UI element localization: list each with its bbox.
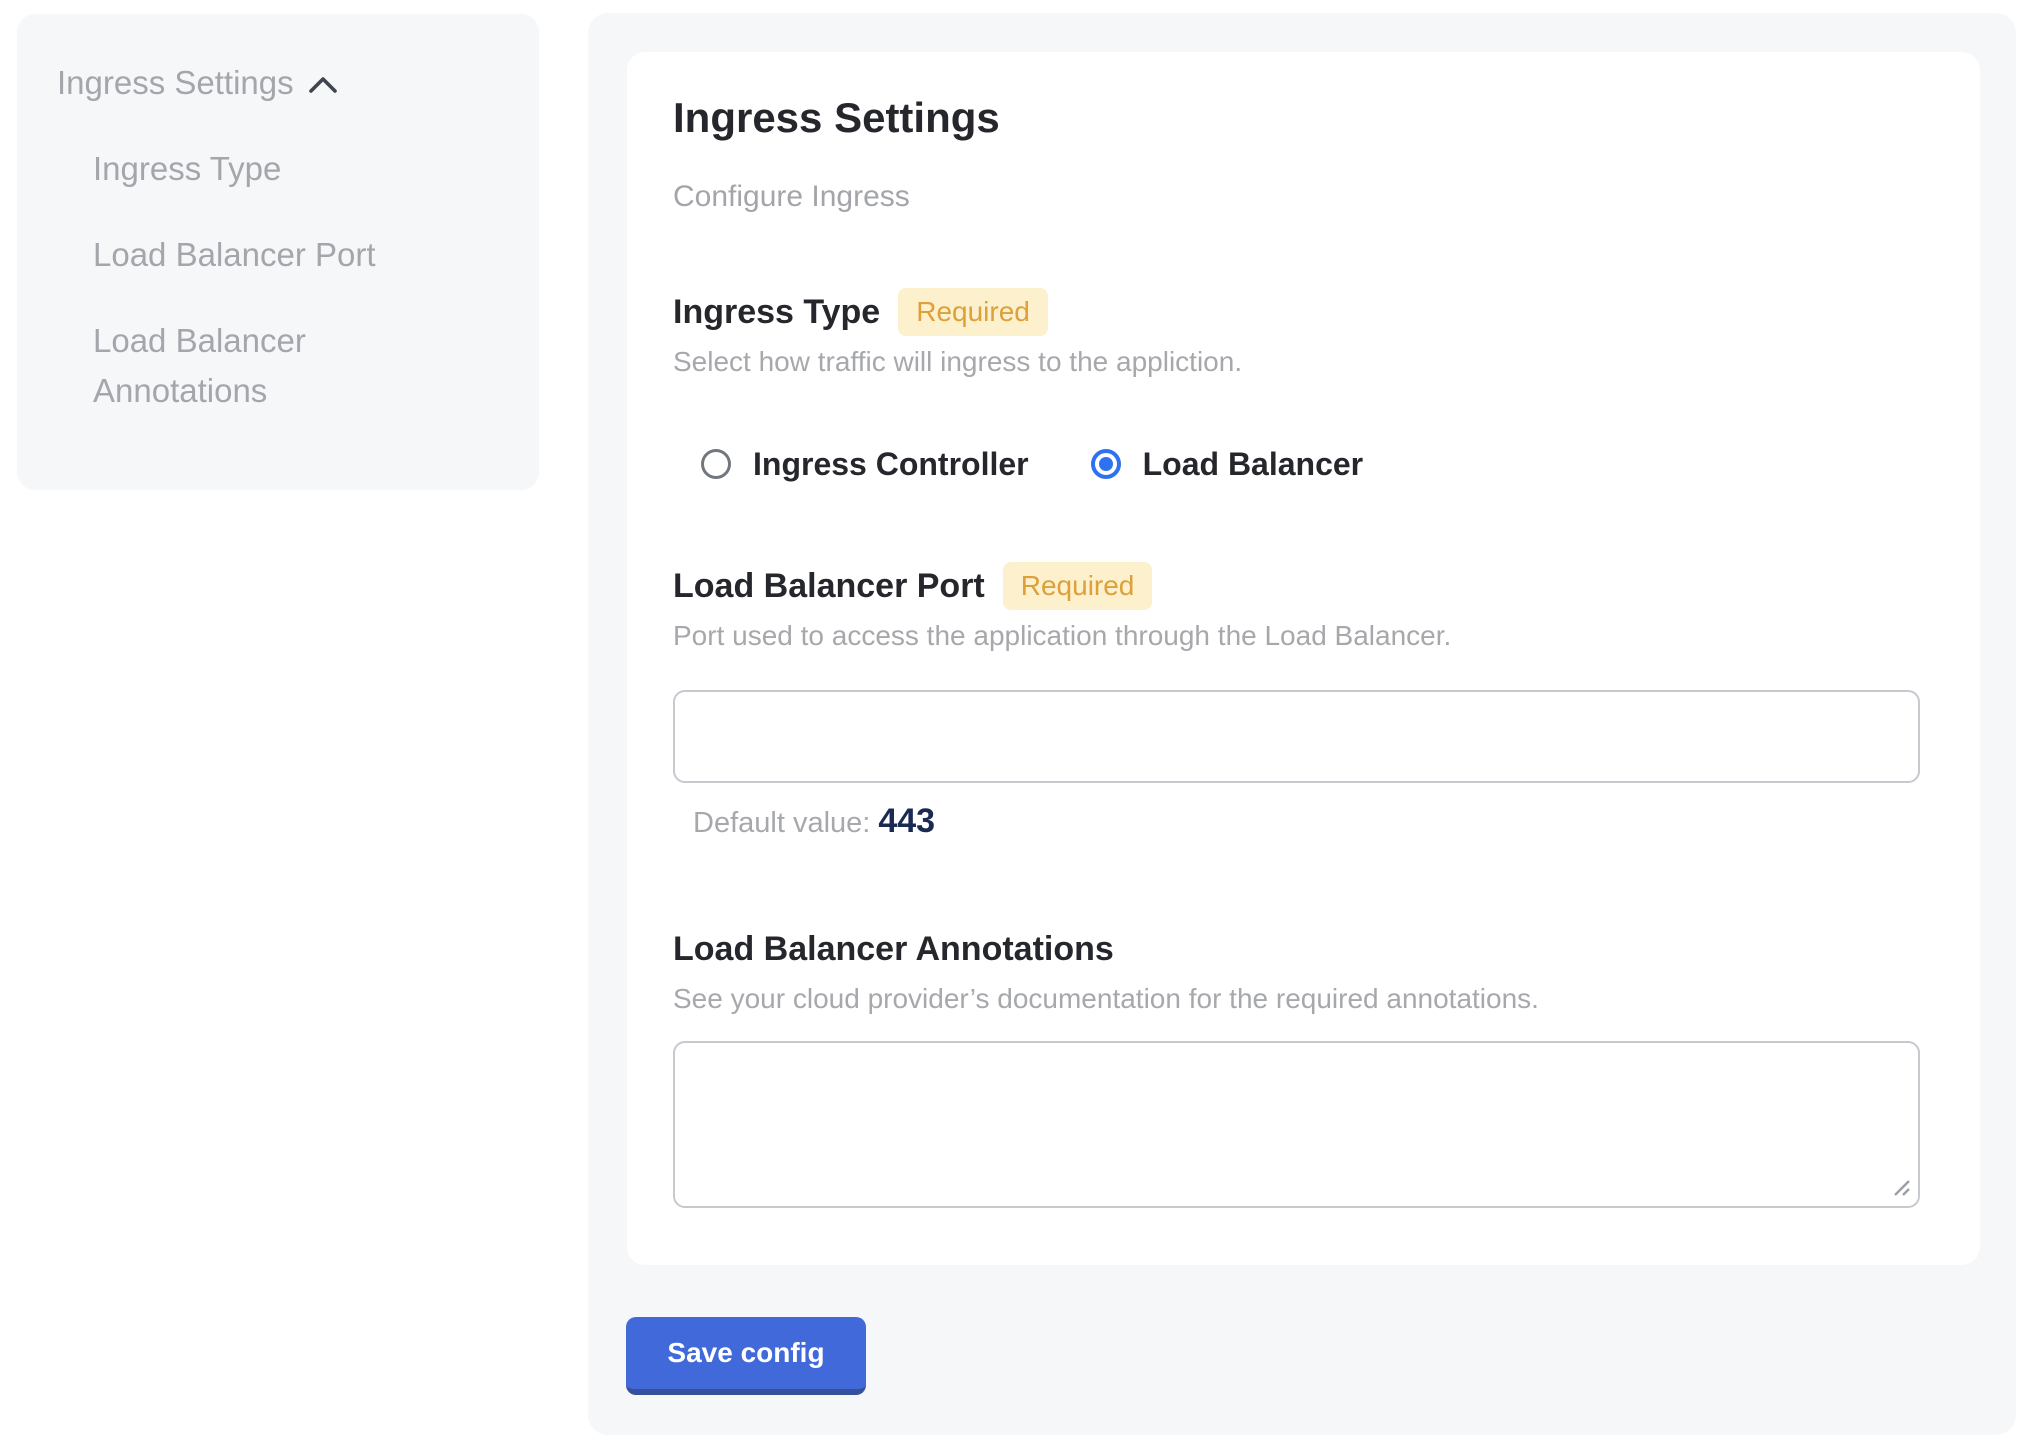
default-value-help: Default value:443 bbox=[693, 801, 1920, 843]
load-balancer-port-title: Load Balancer Port bbox=[673, 567, 985, 606]
sidebar-item-load-balancer-port[interactable]: Load Balancer Port bbox=[93, 230, 473, 280]
page-title: Ingress Settings bbox=[673, 92, 1920, 144]
load-balancer-annotations-title: Load Balancer Annotations bbox=[673, 930, 1114, 969]
load-balancer-annotations-textarea[interactable] bbox=[673, 1041, 1920, 1208]
radio-label-load-balancer: Load Balancer bbox=[1143, 446, 1364, 483]
save-config-button[interactable]: Save config bbox=[626, 1317, 866, 1395]
radio-label-ingress-controller: Ingress Controller bbox=[753, 446, 1029, 483]
radio-unchecked-icon[interactable] bbox=[701, 449, 731, 479]
radio-checked-icon[interactable] bbox=[1091, 449, 1121, 479]
default-value: 443 bbox=[878, 802, 935, 840]
load-balancer-port-description: Port used to access the application thro… bbox=[673, 616, 1920, 656]
ingress-settings-card: Ingress Settings Configure Ingress Ingre… bbox=[627, 52, 1980, 1265]
ingress-settings-panel: Ingress Settings Configure Ingress Ingre… bbox=[588, 13, 2016, 1435]
ingress-type-title: Ingress Type bbox=[673, 293, 880, 332]
default-value-label: Default value: bbox=[693, 807, 870, 839]
page-subtitle: Configure Ingress bbox=[673, 178, 1920, 216]
sidebar-item-load-balancer-annotations[interactable]: Load Balancer Annotations bbox=[93, 316, 473, 416]
ingress-type-title-row: Ingress Type Required bbox=[673, 286, 1920, 338]
resize-handle-icon[interactable] bbox=[1892, 1178, 1912, 1198]
required-badge: Required bbox=[898, 288, 1048, 336]
settings-sidebar: Ingress Settings Ingress Type Load Balan… bbox=[17, 14, 539, 490]
load-balancer-annotations-description: See your cloud provider’s documentation … bbox=[673, 979, 1920, 1019]
load-balancer-port-input[interactable] bbox=[673, 690, 1920, 783]
load-balancer-annotations-title-row: Load Balancer Annotations bbox=[673, 923, 1920, 975]
required-badge: Required bbox=[1003, 562, 1153, 610]
sidebar-group-ingress-settings[interactable]: Ingress Settings bbox=[57, 58, 503, 108]
ingress-type-radio-group: Ingress Controller Load Balancer bbox=[673, 440, 1920, 488]
chevron-up-icon[interactable] bbox=[308, 76, 338, 94]
annotations-textarea-wrap bbox=[673, 1041, 1920, 1208]
sidebar-group-label: Ingress Settings bbox=[57, 58, 294, 108]
sidebar-item-ingress-type[interactable]: Ingress Type bbox=[93, 144, 473, 194]
radio-option-ingress-controller[interactable]: Ingress Controller bbox=[701, 446, 1029, 483]
ingress-type-description: Select how traffic will ingress to the a… bbox=[673, 342, 1920, 382]
radio-option-load-balancer[interactable]: Load Balancer bbox=[1091, 446, 1364, 483]
load-balancer-port-title-row: Load Balancer Port Required bbox=[673, 560, 1920, 612]
